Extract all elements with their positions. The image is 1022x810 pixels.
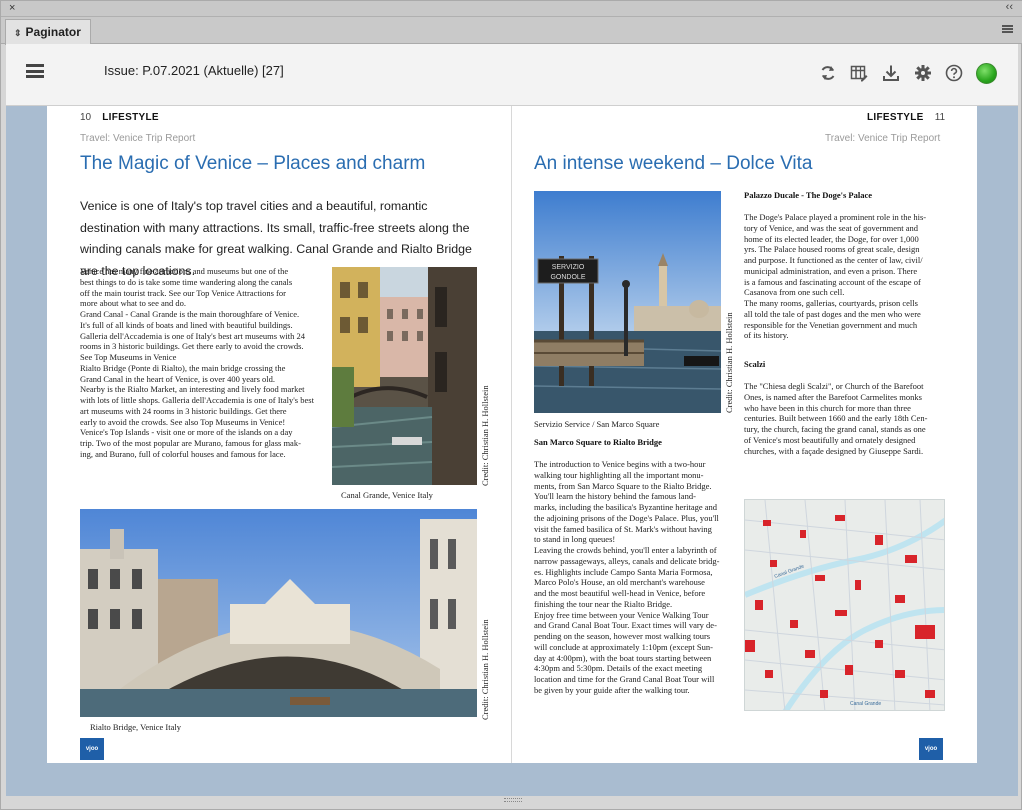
right-kicker: Travel: Venice Trip Report — [825, 133, 941, 144]
right-headline: An intense weekend – Dolce Vita — [534, 153, 813, 174]
right-body-1: The introduction to Venice begins with a… — [534, 459, 720, 695]
tab-paginator[interactable]: ⇕ Paginator — [5, 19, 91, 45]
spread-gutter — [511, 106, 512, 763]
right-folio: LIFESTYLE 11 — [867, 112, 945, 123]
right-body-2: The Doge's Palace played a prominent rol… — [744, 212, 927, 341]
left-headline: The Magic of Venice – Places and charm — [80, 153, 426, 174]
photo-sign-line2: GONDOLE — [550, 274, 585, 281]
panel-menu-icon[interactable] — [1002, 25, 1013, 33]
paginator-window: × ‹‹ ⇕ Paginator Issue: P.07.2021 (Aktuel… — [0, 0, 1022, 810]
status-indicator[interactable] — [976, 63, 997, 84]
right-subhead-3: Scalzi — [744, 359, 766, 369]
issue-label: Issue: P.07.2021 (Aktuelle) [27] — [104, 63, 284, 78]
left-photo2-caption: Rialto Bridge, Venice Italy — [90, 722, 181, 732]
tab-sort-icon: ⇕ — [14, 28, 22, 38]
photo-sign-line1: SERVIZIO — [552, 264, 585, 271]
right-brand-logo: vjoo — [919, 738, 943, 760]
layout-edit-icon[interactable] — [849, 64, 869, 84]
left-photo1-credit: Credit: Christian H. Hollstein — [480, 385, 490, 486]
page-spread: 10 LIFESTYLE Travel: Venice Trip Report … — [47, 106, 977, 763]
help-icon[interactable] — [944, 64, 964, 84]
collapse-panel-icon[interactable]: ‹‹ — [1006, 1, 1013, 13]
left-photo2-credit: Credit: Christian H. Hollstein — [480, 619, 490, 720]
tab-label: Paginator — [25, 25, 81, 39]
right-photo-caption: Servizio Service / San Marco Square — [534, 419, 660, 429]
left-photo1-caption: Canal Grande, Venice Italy — [341, 490, 433, 500]
right-section-label: LIFESTYLE — [867, 112, 924, 123]
rialto-bridge-photo — [80, 509, 477, 717]
left-section-label: LIFESTYLE — [102, 112, 159, 123]
panel-resize-bar[interactable] — [6, 796, 1018, 806]
close-icon[interactable]: × — [9, 2, 15, 14]
map-label-2: Canal Grande — [850, 701, 881, 707]
right-subhead-1: San Marco Square to Rialto Bridge — [534, 437, 662, 447]
resize-grip-icon[interactable] — [504, 798, 522, 802]
left-kicker: Travel: Venice Trip Report — [80, 133, 196, 144]
left-page-number: 10 — [80, 112, 92, 123]
menu-icon[interactable] — [26, 64, 44, 78]
canal-grande-photo — [332, 267, 477, 485]
right-page-number: 11 — [934, 112, 946, 123]
download-icon[interactable] — [881, 64, 901, 84]
document-viewport[interactable]: 10 LIFESTYLE Travel: Venice Trip Report … — [6, 106, 1018, 796]
right-body-3: The "Chiesa degli Scalzi", or Church of … — [744, 381, 928, 456]
toolbar: Issue: P.07.2021 (Aktuelle) [27] — [6, 44, 1018, 106]
gondola-photo: SERVIZIO GONDOLE — [534, 191, 721, 413]
refresh-icon[interactable] — [818, 64, 838, 84]
left-folio: 10 LIFESTYLE — [80, 112, 159, 123]
window-titlebar: × ‹‹ — [1, 1, 1022, 17]
panel-tab-row: ⇕ Paginator — [1, 17, 1022, 45]
right-subhead-2: Palazzo Ducale - The Doge's Palace — [744, 190, 873, 200]
right-photo-credit: Credit: Christian H. Hollstein — [724, 312, 734, 413]
venice-map: Canal Grande Canal Grande — [744, 499, 945, 711]
gear-icon[interactable] — [913, 64, 933, 84]
left-brand-logo: vjoo — [80, 738, 104, 760]
left-body-text: Venice has many fine attractions and mus… — [80, 266, 314, 459]
